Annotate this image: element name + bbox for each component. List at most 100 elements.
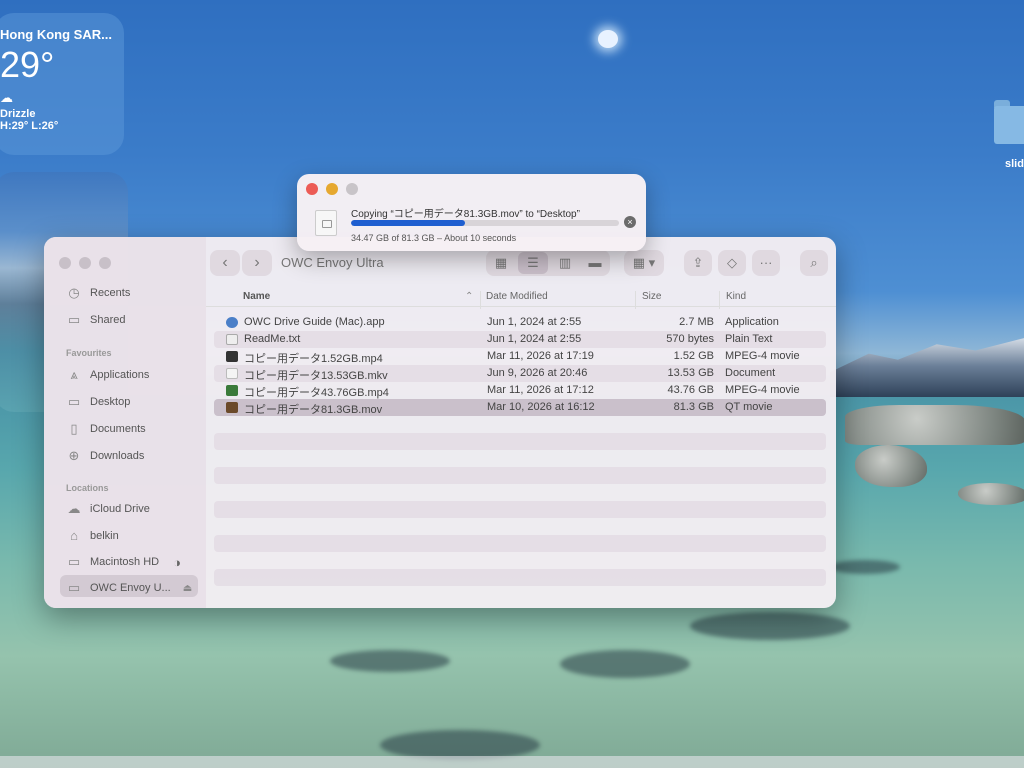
empty-row [214,501,826,518]
file-row[interactable]: コピー用データ1.52GB.mp4 Mar 11, 2026 at 17:19 … [214,348,826,365]
chevron-left-icon: ‹ [222,254,228,271]
quicktime-file-icon [226,402,238,413]
sidebar-item-shared[interactable]: ▭ Shared [66,312,126,328]
finder-sidebar: ◷ Recents ▭ Shared Favourites ⩓ Applicat… [44,237,206,608]
sidebar-item-label: Recents [90,287,131,299]
sidebar-item-downloads[interactable]: ⊕ Downloads [66,448,145,464]
sidebar-item-desktop[interactable]: ▭ Desktop [66,394,131,410]
file-kind: MPEG-4 movie [725,350,800,362]
app-icon [226,317,238,328]
back-button[interactable]: ‹ [210,250,240,276]
cloud-icon: ☁ [67,501,81,516]
search-button[interactable]: ⌕ [800,250,828,276]
file-size: 81.3 GB [673,401,714,413]
sidebar-item-label: Macintosh HD [90,556,160,568]
dock[interactable] [0,756,1024,768]
sidebar-item-label: Shared [90,314,126,326]
sort-chevron-up-icon[interactable]: ⌃ [465,291,473,302]
video-file-icon [226,385,238,396]
cloud-drizzle-icon: ☁ [0,90,13,105]
disk-icon: ▭ [67,554,81,569]
zoom-button[interactable] [346,183,358,195]
close-button[interactable] [59,257,71,269]
column-name[interactable]: Name [243,291,270,302]
desktop-icon: ▭ [67,394,81,409]
forward-button[interactable]: › [242,250,272,276]
weather-city: Hong Kong SAR... [0,27,112,42]
share-button[interactable]: ⇪ [684,250,712,276]
column-kind[interactable]: Kind [726,291,746,302]
sidebar-item-recents[interactable]: ◷ Recents [66,285,130,301]
copy-progress-fill [351,220,465,226]
disk-usage-icon: ◑ [173,554,181,570]
sidebar-item-macintosh-hd[interactable]: ▭ Macintosh HD ◑ [66,554,181,570]
list-view-button[interactable]: ☰ [518,252,548,274]
tags-button[interactable]: ◇ [718,250,746,276]
zoom-button[interactable] [99,257,111,269]
sidebar-item-label: Downloads [90,450,145,462]
file-row-selected[interactable]: コピー用データ81.3GB.mov Mar 10, 2026 at 16:12 … [214,399,826,416]
document-file-icon [226,368,238,379]
sidebar-heading-favourites: Favourites [66,348,112,358]
applications-icon: ⩓ [70,367,78,382]
file-row[interactable]: コピー用データ13.53GB.mkv Jun 9, 2026 at 20:46 … [214,365,826,382]
sidebar-item-icloud-drive[interactable]: ☁ iCloud Drive [66,501,150,517]
file-row[interactable]: OWC Drive Guide (Mac).app Jun 1, 2024 at… [214,314,826,331]
column-date-modified[interactable]: Date Modified [486,291,548,302]
view-mode-group: ▦ ☰ ▥ ▬ [486,250,610,276]
file-date: Mar 11, 2026 at 17:19 [487,350,594,362]
sidebar-item-owc-envoy[interactable]: ▭ OWC Envoy U... ⏏ [66,580,192,596]
sidebar-heading-locations: Locations [66,483,109,493]
file-date: Jun 1, 2024 at 2:55 [487,316,582,328]
sidebar-item-belkin[interactable]: ⌂ belkin [66,528,119,543]
minimize-button[interactable] [326,183,338,195]
document-icon: ▯ [70,421,78,436]
column-size[interactable]: Size [642,291,661,302]
external-disk-icon: ▭ [67,580,81,595]
empty-row [214,433,826,450]
desktop-folder-icon[interactable] [994,100,1024,144]
underwater-rock [560,650,690,678]
text-file-icon [226,334,238,345]
file-kind: Plain Text [725,333,773,345]
file-date: Jun 1, 2024 at 2:55 [487,333,582,345]
close-button[interactable] [306,183,318,195]
file-name: コピー用データ13.53GB.mkv [244,370,388,382]
empty-row [214,467,826,484]
file-row[interactable]: ReadMe.txt Jun 1, 2024 at 2:55 570 bytes… [214,331,826,348]
eject-icon[interactable]: ⏏ [183,583,192,594]
file-name: コピー用データ1.52GB.mp4 [244,353,383,365]
underwater-rock [830,560,900,574]
file-size: 1.52 GB [673,350,714,362]
file-name: ReadMe.txt [244,333,301,345]
sidebar-item-applications[interactable]: ⩓ Applications [66,367,149,383]
underwater-rock [690,612,850,640]
cancel-copy-button[interactable]: × [624,216,636,228]
file-row[interactable]: コピー用データ43.76GB.mp4 Mar 11, 2026 at 17:12… [214,382,826,399]
weather-condition: Drizzle [0,108,36,120]
sidebar-item-documents[interactable]: ▯ Documents [66,421,145,437]
empty-row [214,569,826,586]
sidebar-item-label: OWC Envoy U... [90,582,171,594]
window-controls [59,257,111,269]
copy-title: Copying “コピー用データ81.3GB.mov” to “Desktop” [351,209,580,220]
finder-window[interactable]: ◷ Recents ▭ Shared Favourites ⩓ Applicat… [44,237,836,608]
sidebar-item-label: Applications [90,369,150,381]
weather-widget[interactable]: Hong Kong SAR... 29° ☁ Drizzle H:29° L:2… [0,13,124,155]
file-size: 13.53 GB [667,367,714,379]
desktop-folder-label[interactable]: slid [1005,158,1024,170]
gallery-view-button[interactable]: ▬ [580,250,610,276]
download-icon: ⊕ [68,448,80,463]
copy-progress-dialog[interactable]: Copying “コピー用データ81.3GB.mov” to “Desktop”… [297,174,646,251]
file-name: OWC Drive Guide (Mac).app [244,316,385,328]
desktop-rock-cluster [845,405,1024,445]
more-button[interactable]: ··· [752,250,780,276]
file-size: 43.76 GB [667,384,714,396]
icon-view-button[interactable]: ▦ [486,250,516,276]
group-by-button[interactable]: ▦ ▾ [624,250,664,276]
minimize-button[interactable] [79,257,91,269]
weather-temperature: 29° [0,44,55,85]
tag-icon: ◇ [727,255,737,270]
column-view-button[interactable]: ▥ [550,250,580,276]
empty-row [214,535,826,552]
